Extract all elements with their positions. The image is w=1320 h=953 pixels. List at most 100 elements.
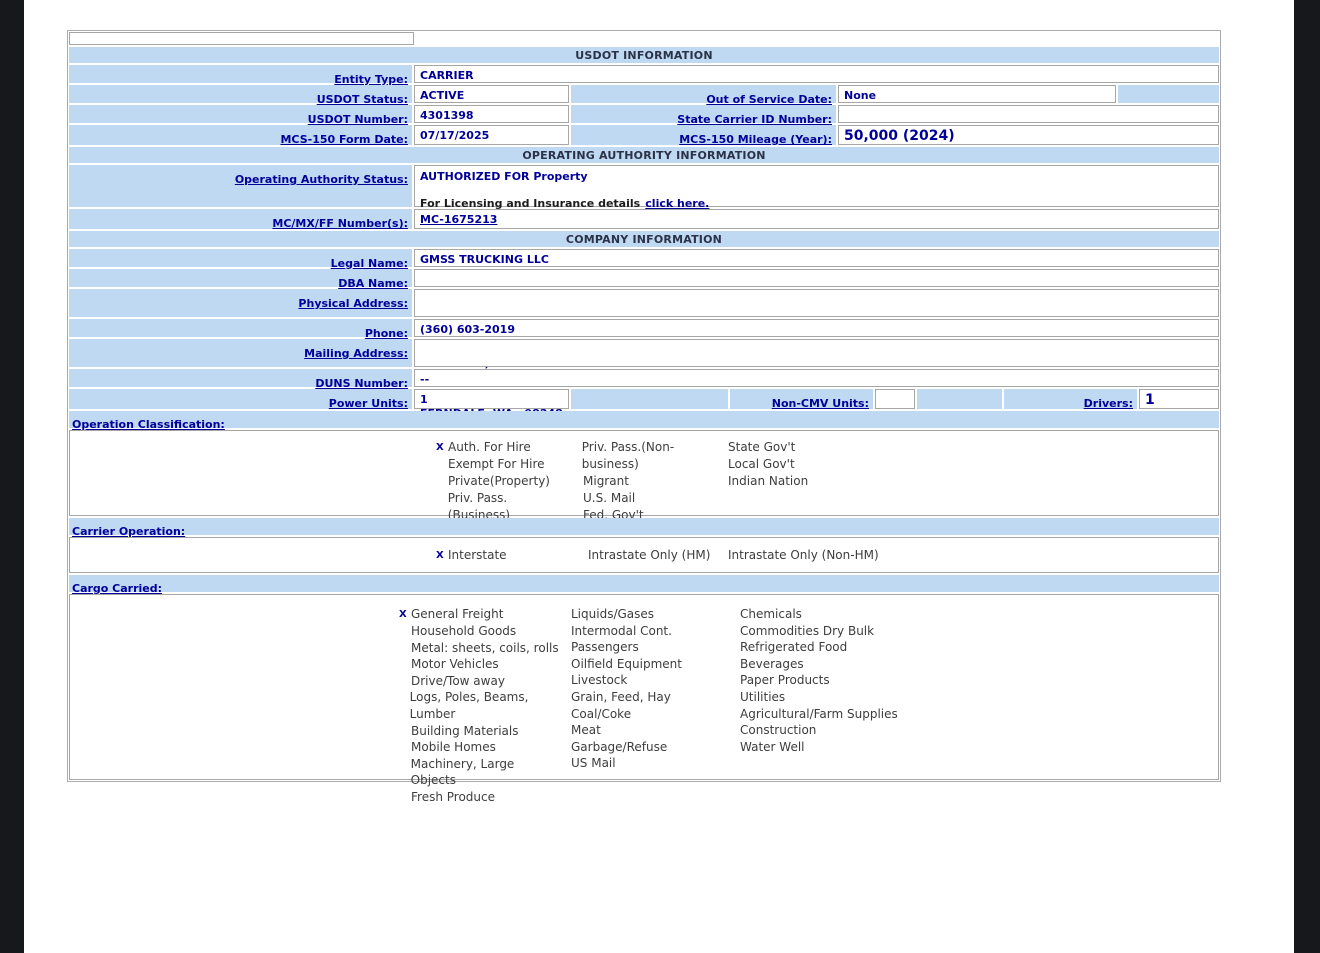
mcs150-form-date-value: 07/17/2025 <box>414 125 569 145</box>
checked-marker <box>399 756 411 789</box>
list-item: Livestock <box>559 672 728 689</box>
checked-marker <box>399 640 411 657</box>
mcs150-form-date-label[interactable]: MCS-150 Form Date: <box>280 133 408 146</box>
list-column: XInterstate <box>436 547 576 564</box>
report-page: USDOT INFORMATION Entity Type: CARRIER U… <box>24 0 1294 953</box>
list-item-label: Household Goods <box>411 623 516 640</box>
list-item: Refrigerated Food <box>728 639 898 656</box>
physical-address-label[interactable]: Physical Address: <box>298 297 408 310</box>
dba-name-label-cell: DBA Name: <box>69 269 412 287</box>
cargo-carried-header-row: Cargo Carried: <box>69 575 1219 592</box>
mc-number-link[interactable]: MC-1675213 <box>420 213 497 228</box>
carrier-operation-list: XInterstateIntrastate Only (HM)Intrastat… <box>70 538 879 570</box>
checked-marker <box>559 639 571 656</box>
spacer-cell <box>571 389 728 409</box>
carrier-operation-header-cell: Carrier Operation: <box>69 518 1219 535</box>
entity-type-row: Entity Type: CARRIER <box>69 65 1219 83</box>
usdot-number-label-cell: USDOT Number: <box>69 105 412 123</box>
list-item: Garbage/Refuse <box>559 739 728 756</box>
power-units-label-cell: Power Units: <box>69 389 412 409</box>
list-item-label: Intermodal Cont. <box>571 623 672 640</box>
checked-marker <box>559 706 571 723</box>
list-item: Intermodal Cont. <box>559 623 728 640</box>
checked-marker <box>576 547 588 564</box>
list-column: State Gov'tLocal Gov'tIndian Nation <box>716 439 808 524</box>
checked-marker <box>716 456 728 473</box>
operating-authority-status-label[interactable]: Operating Authority Status: <box>235 173 408 186</box>
mc-mx-ff-label[interactable]: MC/MX/FF Number(s): <box>272 217 408 230</box>
mcs150-mileage-label-cell: MCS-150 Mileage (Year): <box>571 125 836 145</box>
entity-type-value: CARRIER <box>414 65 1219 83</box>
list-column: ChemicalsCommodities Dry BulkRefrigerate… <box>728 606 898 806</box>
checked-marker <box>571 473 583 490</box>
list-item-label: Intrastate Only (Non-HM) <box>728 547 879 564</box>
list-item-label: Chemicals <box>740 606 802 623</box>
list-item-label: Indian Nation <box>728 473 808 490</box>
duns-row: DUNS Number: -- <box>69 369 1219 387</box>
checked-marker <box>399 656 411 673</box>
duns-label-cell: DUNS Number: <box>69 369 412 387</box>
power-units-row: Power Units: 1 Non-CMV Units: Drivers: 1 <box>69 389 1219 409</box>
list-item-label: Drive/Tow away <box>411 673 505 690</box>
carrier-operation-row: XInterstateIntrastate Only (HM)Intrastat… <box>69 537 1219 573</box>
authority-status-row: Operating Authority Status: AUTHORIZED F… <box>69 165 1219 207</box>
non-cmv-units-label[interactable]: Non-CMV Units: <box>772 397 869 410</box>
checked-marker: X <box>436 547 448 564</box>
operation-classification-header-row: Operation Classification: <box>69 411 1219 428</box>
list-item: Household Goods <box>399 623 559 640</box>
authority-header-row: OPERATING AUTHORITY INFORMATION <box>69 147 1219 163</box>
list-item-label: Private(Property) <box>448 473 550 490</box>
list-item-label: Building Materials <box>411 723 519 740</box>
power-units-label[interactable]: Power Units: <box>329 397 408 410</box>
mcs150-mileage-label[interactable]: MCS-150 Mileage (Year): <box>679 133 832 146</box>
list-column: Priv. Pass.(Non-business)MigrantU.S. Mai… <box>571 439 716 524</box>
list-item: Liquids/Gases <box>559 606 728 623</box>
mailing-address-row: Mailing Address: 5190 SPOONBILL LN FERND… <box>69 339 1219 367</box>
checked-marker <box>559 623 571 640</box>
list-item: Machinery, Large Objects <box>399 756 559 789</box>
phone-value: (360) 603-2019 <box>414 319 1219 337</box>
checked-marker <box>399 673 411 690</box>
checked-marker <box>571 490 583 507</box>
checked-marker <box>399 723 411 740</box>
drivers-value: 1 <box>1139 389 1219 409</box>
phone-row: Phone: (360) 603-2019 <box>69 319 1219 337</box>
list-item: XInterstate <box>436 547 576 564</box>
drivers-label[interactable]: Drivers: <box>1084 397 1133 410</box>
list-item: Agricultural/Farm Supplies <box>728 706 898 723</box>
mailing-address-label[interactable]: Mailing Address: <box>304 347 408 360</box>
list-item: Metal: sheets, coils, rolls <box>399 640 559 657</box>
list-item: XAuth. For Hire <box>436 439 571 456</box>
dba-name-value <box>414 269 1219 287</box>
list-item-label: U.S. Mail <box>583 490 635 507</box>
empty-header-cell <box>69 32 414 45</box>
mc-number-label-cell: MC/MX/FF Number(s): <box>69 209 412 229</box>
checked-marker <box>559 689 571 706</box>
usdot-status-label-cell: USDOT Status: <box>69 85 412 103</box>
usdot-status-value: ACTIVE <box>414 85 569 103</box>
physical-address-row: Physical Address: 5190 SPOONBILL LN FERN… <box>69 289 1219 317</box>
cargo-carried-header-cell: Cargo Carried: <box>69 575 1219 592</box>
checked-marker <box>559 755 571 772</box>
list-item-label: Passengers <box>571 639 639 656</box>
legal-name-row: Legal Name: GMSS TRUCKING LLC <box>69 249 1219 267</box>
list-item: Commodities Dry Bulk <box>728 623 898 640</box>
list-column: Liquids/GasesIntermodal Cont.PassengersO… <box>559 606 728 806</box>
list-item-label: Livestock <box>571 672 627 689</box>
list-item: Motor Vehicles <box>399 656 559 673</box>
checked-marker <box>559 656 571 673</box>
usdot-status-row: USDOT Status: ACTIVE Out of Service Date… <box>69 85 1219 103</box>
list-item-label: Local Gov't <box>728 456 795 473</box>
list-item-label: Mobile Homes <box>411 739 496 756</box>
company-header: COMPANY INFORMATION <box>69 231 1219 247</box>
authority-status-value-cell: AUTHORIZED FOR Property For Licensing an… <box>414 165 1219 207</box>
checked-marker <box>571 439 582 473</box>
oos-label-cell: Out of Service Date: <box>571 85 836 103</box>
list-item: Beverages <box>728 656 898 673</box>
checked-marker <box>436 473 448 490</box>
list-item-label: US Mail <box>571 755 616 772</box>
list-item: XGeneral Freight <box>399 606 559 623</box>
checked-marker <box>399 689 410 722</box>
list-item: Chemicals <box>728 606 898 623</box>
list-item-label: Exempt For Hire <box>448 456 545 473</box>
